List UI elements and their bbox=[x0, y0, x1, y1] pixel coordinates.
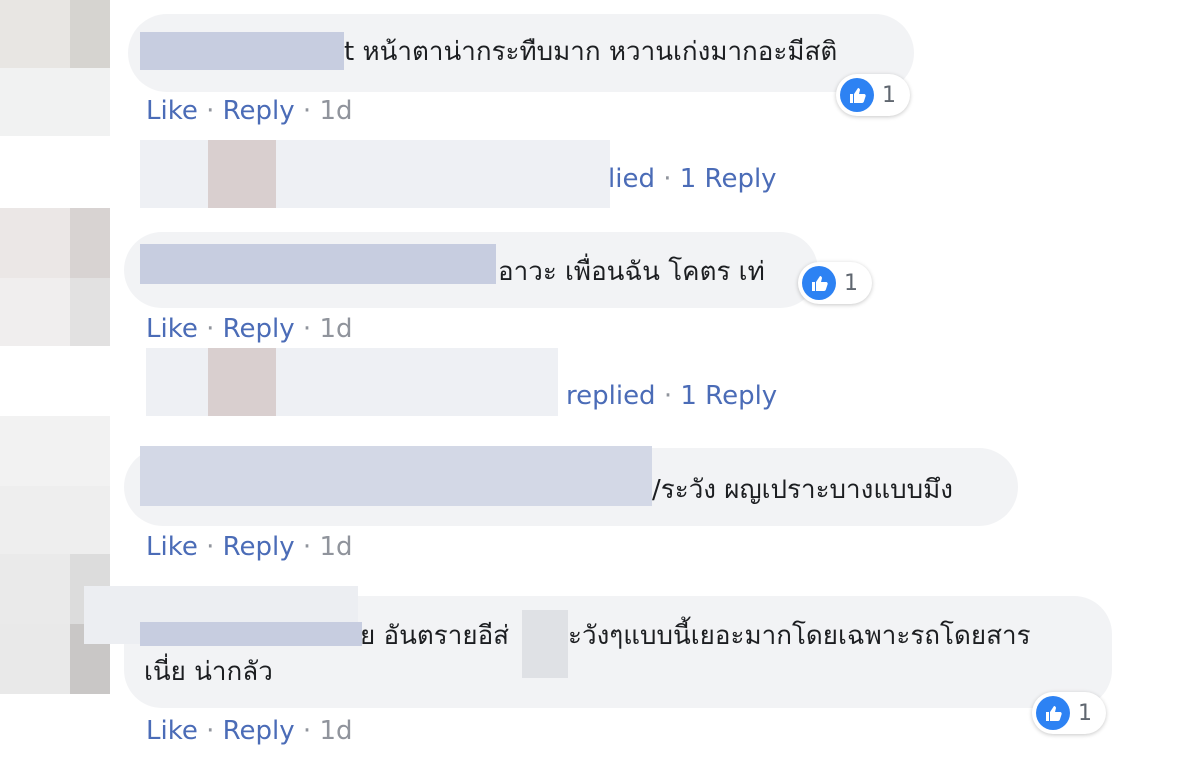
blurred-commenter-name bbox=[140, 32, 344, 70]
blurred-commenter-name bbox=[140, 446, 652, 506]
reply-link[interactable]: Reply bbox=[223, 716, 295, 746]
comment-actions: Like · Reply · 1d bbox=[146, 96, 353, 126]
separator: · bbox=[206, 716, 215, 746]
separator: · bbox=[302, 96, 312, 126]
comment-time[interactable]: 1d bbox=[319, 314, 352, 344]
comment-text: /ระวัง ผญเปราะบางแบบมึง bbox=[652, 475, 953, 505]
separator: · bbox=[663, 381, 673, 411]
like-link[interactable]: Like bbox=[146, 716, 198, 746]
replies-summary[interactable]: replied · 1 Reply bbox=[566, 381, 777, 411]
like-icon bbox=[802, 266, 836, 300]
comment-time[interactable]: 1d bbox=[319, 532, 352, 562]
replies-count[interactable]: 1 Reply bbox=[680, 381, 777, 411]
like-link[interactable]: Like bbox=[146, 314, 198, 344]
separator: · bbox=[663, 164, 672, 194]
separator: · bbox=[302, 314, 312, 344]
separator: · bbox=[206, 314, 215, 344]
comment-time[interactable]: 1d bbox=[319, 716, 352, 746]
separator: · bbox=[206, 532, 215, 562]
reaction-badge[interactable]: 1 bbox=[836, 74, 910, 116]
comment-actions: Like · Reply · 1d bbox=[146, 314, 353, 344]
reaction-count: 1 bbox=[1078, 700, 1092, 726]
reply-link[interactable]: Reply bbox=[223, 314, 295, 344]
separator: · bbox=[302, 532, 312, 562]
replies-prefix: replied bbox=[566, 381, 656, 411]
comment-text: t หน้าตาน่ากระทืบมาก หวานเก่งมากอะมีสติ bbox=[344, 37, 838, 67]
comment-text-line-1b: ะวังๆแบบนี้เยอะมากโดยเฉพาะรถโดยสาร bbox=[568, 621, 1031, 651]
comment-actions: Like · Reply · 1d bbox=[146, 532, 353, 562]
replies-prefix: lied bbox=[608, 164, 655, 194]
separator: · bbox=[206, 96, 215, 126]
blurred-commenter-name bbox=[140, 622, 362, 646]
comment-actions: Like · Reply · 1d bbox=[146, 716, 353, 746]
reaction-badge[interactable]: 1 bbox=[1032, 692, 1106, 734]
reaction-badge[interactable]: 1 bbox=[798, 262, 872, 304]
replies-count[interactable]: 1 Reply bbox=[680, 164, 777, 194]
blurred-avatar-column bbox=[0, 0, 110, 758]
comment-text: อาวะ เพื่อนฉัน โคตร เท่ bbox=[498, 257, 765, 287]
blurred-reply-avatar bbox=[208, 348, 276, 416]
blurred-word bbox=[522, 610, 568, 678]
blurred-reply-avatar bbox=[208, 140, 276, 208]
like-icon bbox=[840, 78, 874, 112]
like-icon bbox=[1036, 696, 1070, 730]
separator: · bbox=[302, 716, 312, 746]
reply-link[interactable]: Reply bbox=[223, 96, 295, 126]
replies-summary[interactable]: lied · 1 Reply bbox=[608, 164, 777, 194]
like-link[interactable]: Like bbox=[146, 532, 198, 562]
reply-link[interactable]: Reply bbox=[223, 532, 295, 562]
reaction-count: 1 bbox=[882, 82, 896, 108]
comment-text-line-2: เนี่ย น่ากลัว bbox=[144, 657, 273, 687]
like-link[interactable]: Like bbox=[146, 96, 198, 126]
blurred-commenter-name bbox=[140, 244, 496, 284]
comment-time[interactable]: 1d bbox=[319, 96, 352, 126]
comment-text-line-1: ย อันตรายอีส่ bbox=[360, 621, 510, 651]
reaction-count: 1 bbox=[844, 270, 858, 296]
